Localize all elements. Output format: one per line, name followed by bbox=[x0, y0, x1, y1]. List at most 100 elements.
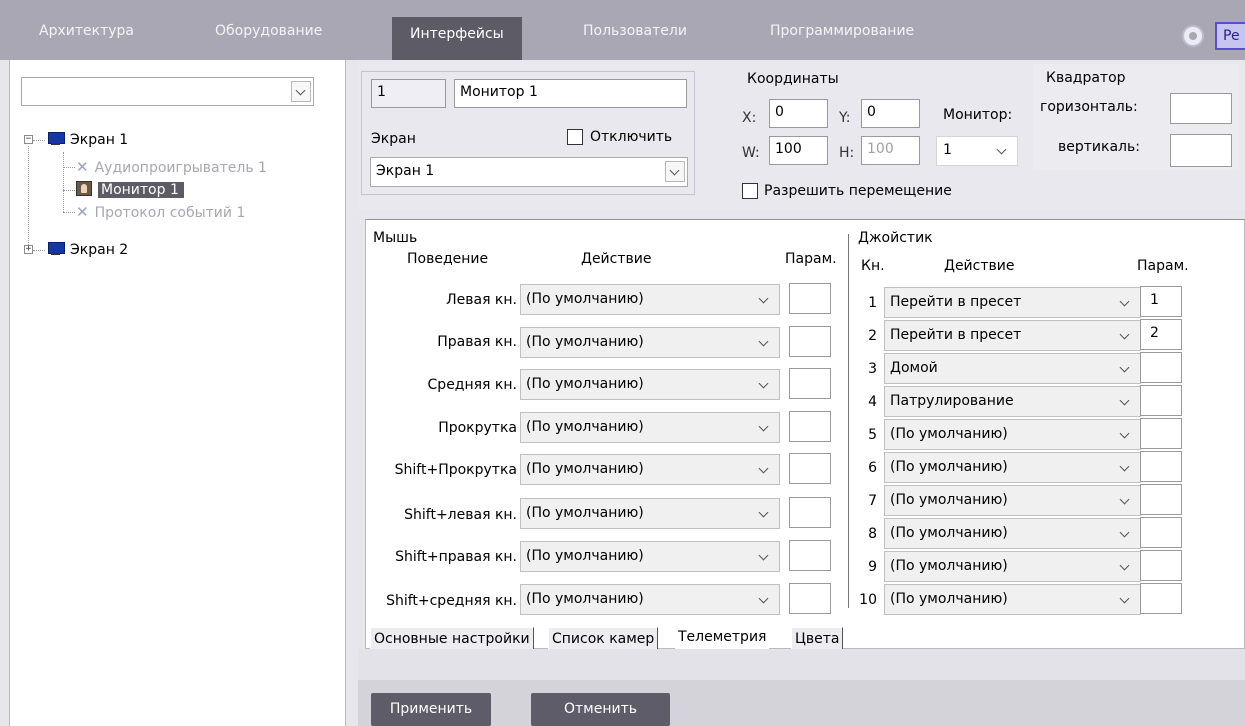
chevron-down-icon[interactable] bbox=[291, 81, 311, 102]
select-value: (По умолчанию) bbox=[890, 525, 1008, 541]
tab-camera-list[interactable]: Список камер bbox=[548, 627, 659, 651]
joystick-param-field[interactable] bbox=[1140, 583, 1182, 614]
joystick-action-select[interactable]: (По умолчанию) bbox=[884, 584, 1141, 615]
joystick-action-select[interactable]: (По умолчанию) bbox=[884, 485, 1141, 516]
joystick-action-select[interactable]: (По умолчанию) bbox=[884, 551, 1141, 582]
joystick-action-select[interactable]: Патрулирование bbox=[884, 386, 1141, 417]
mouse-param-field[interactable] bbox=[789, 411, 831, 442]
select-value: (По умолчанию) bbox=[526, 376, 644, 392]
h-field[interactable]: 100 bbox=[861, 136, 920, 165]
joystick-param-field[interactable] bbox=[1140, 451, 1182, 482]
mouse-param-field[interactable] bbox=[789, 453, 831, 484]
mouse-param-field[interactable] bbox=[789, 368, 831, 399]
joystick-action-select[interactable]: (По умолчанию) bbox=[884, 452, 1141, 483]
joystick-param-field[interactable]: 2 bbox=[1140, 319, 1182, 350]
tab-users[interactable]: Пользователи bbox=[583, 18, 687, 44]
joystick-button-number: 3 bbox=[868, 361, 877, 377]
mouse-row-label: Левая кн. bbox=[446, 292, 517, 308]
y-field[interactable]: 0 bbox=[861, 99, 920, 128]
joystick-param-field[interactable] bbox=[1140, 418, 1182, 449]
tab-hardware[interactable]: Оборудование bbox=[215, 18, 322, 44]
mouse-col-param: Парам. bbox=[785, 251, 837, 267]
collapse-icon[interactable]: − bbox=[24, 135, 33, 144]
mouse-param-field[interactable] bbox=[789, 497, 831, 528]
quad-horizontal-field[interactable] bbox=[1170, 93, 1232, 124]
mouse-param-field[interactable] bbox=[789, 583, 831, 614]
joystick-action-select[interactable]: Перейти в пресет bbox=[884, 287, 1141, 318]
joystick-button-number: 6 bbox=[868, 460, 877, 476]
joystick-param-field[interactable] bbox=[1140, 517, 1182, 548]
mouse-param-field[interactable] bbox=[789, 540, 831, 571]
telemetry-panel: Мышь Поведение Действие Парам. Левая кн.… bbox=[365, 219, 1245, 651]
select-value: (По умолчанию) bbox=[526, 291, 644, 307]
tree-filter-combo[interactable] bbox=[21, 77, 314, 106]
tree-item-label: Аудиопроигрыватель 1 bbox=[94, 160, 267, 176]
apply-button[interactable]: Применить bbox=[371, 693, 491, 726]
object-name-field[interactable]: Монитор 1 bbox=[454, 79, 687, 108]
select-value: Перейти в пресет bbox=[890, 327, 1022, 343]
monitor-select[interactable]: 1 bbox=[936, 136, 1018, 166]
mouse-col-action: Действие bbox=[581, 251, 652, 267]
allow-move-checkbox[interactable] bbox=[742, 183, 758, 199]
select-value: (По умолчанию) bbox=[526, 419, 644, 435]
mouse-action-select[interactable]: (По умолчанию) bbox=[520, 284, 780, 315]
chevron-down-icon bbox=[1119, 362, 1130, 373]
mouse-action-select[interactable]: (По умолчанию) bbox=[520, 327, 780, 358]
joystick-param-field[interactable] bbox=[1140, 352, 1182, 383]
tab-colors[interactable]: Цвета bbox=[791, 627, 844, 651]
joystick-button-number: 8 bbox=[868, 526, 877, 542]
tree-item-screen-2[interactable]: + Экран 2 bbox=[24, 239, 128, 261]
select-value: (По умолчанию) bbox=[526, 334, 644, 350]
mouse-action-select[interactable]: (По умолчанию) bbox=[520, 454, 780, 485]
mouse-action-select[interactable]: (По умолчанию) bbox=[520, 412, 780, 443]
tree-item-screen-1[interactable]: − Экран 1 bbox=[24, 129, 128, 151]
chevron-down-icon bbox=[1119, 428, 1130, 439]
w-field[interactable]: 100 bbox=[769, 136, 828, 165]
action-bar bbox=[358, 680, 1245, 726]
joystick-param-field[interactable] bbox=[1140, 484, 1182, 515]
chevron-down-icon bbox=[758, 593, 769, 604]
tab-architecture[interactable]: Архитектура bbox=[39, 18, 134, 44]
tab-telemetry[interactable]: Телеметрия bbox=[675, 626, 770, 651]
chevron-down-icon bbox=[758, 550, 769, 561]
screen-label: Экран bbox=[371, 131, 416, 147]
tab-programming[interactable]: Программирование bbox=[770, 18, 914, 44]
chevron-down-icon[interactable] bbox=[665, 161, 685, 182]
mouse-param-field[interactable] bbox=[789, 283, 831, 314]
joystick-param-field[interactable]: 1 bbox=[1140, 286, 1182, 317]
joystick-action-select[interactable]: (По умолчанию) bbox=[884, 518, 1141, 549]
cancel-button[interactable]: Отменить bbox=[531, 693, 670, 726]
monitor-object-icon bbox=[76, 181, 92, 196]
h-label: H: bbox=[839, 145, 855, 161]
mouse-param-field[interactable] bbox=[789, 326, 831, 357]
quad-vertical-field[interactable] bbox=[1170, 134, 1232, 167]
object-id-field[interactable]: 1 bbox=[371, 79, 446, 108]
tree-line bbox=[63, 190, 75, 191]
joystick-action-select[interactable]: Домой bbox=[884, 353, 1141, 384]
top-right-button[interactable]: Pe bbox=[1215, 22, 1245, 50]
tab-main-settings[interactable]: Основные настройки bbox=[370, 627, 534, 651]
joystick-action-select[interactable]: Перейти в пресет bbox=[884, 320, 1141, 351]
settings-gear-icon[interactable] bbox=[1182, 25, 1204, 47]
mouse-row-label: Shift+правая кн. bbox=[395, 549, 517, 565]
tree-item-audio-player-1[interactable]: ✕ Аудиопроигрыватель 1 bbox=[76, 156, 267, 178]
chevron-down-icon bbox=[1119, 560, 1130, 571]
mouse-action-select[interactable]: (По умолчанию) bbox=[520, 584, 780, 615]
x-field[interactable]: 0 bbox=[769, 99, 828, 128]
mouse-action-select[interactable]: (По умолчанию) bbox=[520, 369, 780, 400]
mouse-action-select[interactable]: (По умолчанию) bbox=[520, 541, 780, 572]
screen-select[interactable]: Экран 1 bbox=[370, 157, 688, 187]
disabled-x-icon: ✕ bbox=[76, 158, 89, 176]
disable-checkbox[interactable] bbox=[567, 129, 583, 145]
tab-interfaces[interactable]: Интерфейсы bbox=[392, 17, 522, 60]
tree-item-event-log-1[interactable]: ✕ Протокол событий 1 bbox=[76, 201, 245, 223]
tree-item-monitor-1[interactable]: Монитор 1 bbox=[76, 179, 184, 201]
expand-icon[interactable]: + bbox=[24, 245, 33, 254]
select-value: (По умолчанию) bbox=[526, 505, 644, 521]
joystick-action-select[interactable]: (По умолчанию) bbox=[884, 419, 1141, 450]
joystick-param-field[interactable] bbox=[1140, 385, 1182, 416]
mouse-title: Мышь bbox=[373, 230, 418, 246]
joystick-param-field[interactable] bbox=[1140, 550, 1182, 581]
mouse-action-select[interactable]: (По умолчанию) bbox=[520, 498, 780, 529]
joystick-button-number: 5 bbox=[868, 427, 877, 443]
